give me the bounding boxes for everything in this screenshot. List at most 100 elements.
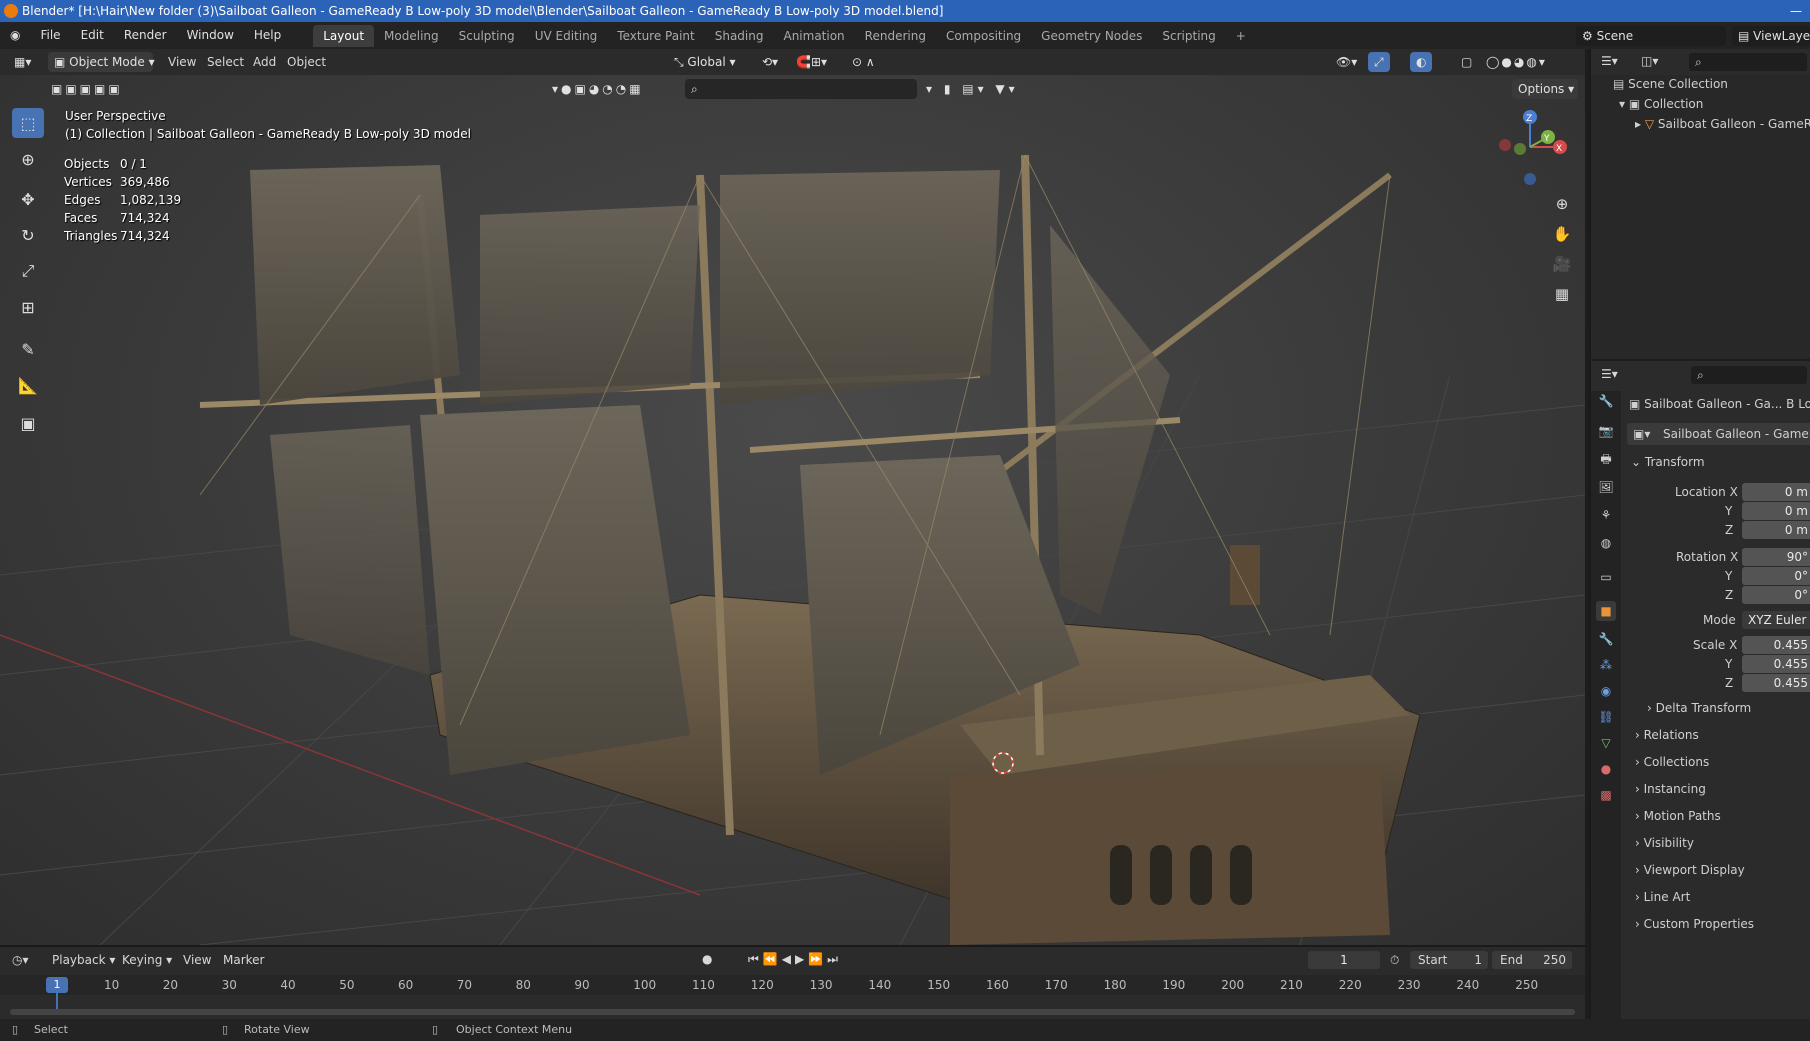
- visibility-section[interactable]: › Visibility: [1635, 836, 1694, 850]
- delta-transform-section[interactable]: › Delta Transform: [1647, 701, 1751, 715]
- end-frame-field[interactable]: End 250: [1492, 951, 1572, 969]
- menu-add[interactable]: Add: [253, 55, 276, 69]
- auto-keying-icon[interactable]: ●: [702, 952, 712, 966]
- 3d-viewport[interactable]: ▣▣▣▣▣ ▾●▣◕◔◔▦ ⌕ ▾ ▮ ▤▾ ▼▾ Options ▾ User…: [0, 75, 1585, 945]
- tab-animation[interactable]: Animation: [773, 25, 854, 47]
- menu-object[interactable]: Object: [287, 55, 326, 69]
- world-tab-icon[interactable]: ◍: [1596, 533, 1616, 553]
- snap-icon[interactable]: 🧲⊞▾: [790, 52, 833, 72]
- texture-tab-icon[interactable]: ▩: [1596, 785, 1616, 805]
- scene-tab-icon[interactable]: ⚘: [1596, 505, 1616, 525]
- output-tab-icon[interactable]: 🖶: [1596, 449, 1616, 469]
- tab-shading[interactable]: Shading: [705, 25, 774, 47]
- rotation-mode-dropdown[interactable]: XYZ Euler: [1742, 611, 1810, 629]
- options-dropdown[interactable]: Options ▾: [1512, 79, 1578, 99]
- object-datablock-field[interactable]: ▣▾ Sailboat Galleon - GameReady: [1627, 423, 1810, 445]
- outliner-item-collection[interactable]: ▾ ▣ Collection: [1619, 97, 1703, 111]
- scale-x-field[interactable]: 0.455: [1742, 636, 1810, 654]
- menu-edit[interactable]: Edit: [71, 22, 114, 49]
- menu-render[interactable]: Render: [114, 22, 177, 49]
- outliner-item-scene-collection[interactable]: ▤ Scene Collection: [1613, 77, 1728, 91]
- menu-marker[interactable]: Marker: [223, 953, 264, 967]
- navigation-gizmo[interactable]: Z X Y: [1490, 107, 1570, 187]
- tool-tab-icon[interactable]: 🔧: [1596, 391, 1616, 411]
- add-cube-tool-icon[interactable]: ▣: [12, 408, 44, 438]
- menu-view[interactable]: View: [168, 55, 196, 69]
- pivot-point-icon[interactable]: ⟲▾: [756, 52, 784, 72]
- preview-range-icon[interactable]: ⏱: [1390, 953, 1399, 968]
- menu-keying[interactable]: Keying ▾: [122, 953, 172, 967]
- viewlayer-selector[interactable]: ▤ ViewLayer: [1732, 25, 1810, 46]
- shading-modes[interactable]: ◯●◕◍▾: [1480, 52, 1568, 72]
- menu-help[interactable]: Help: [244, 22, 291, 49]
- rotation-x-field[interactable]: 90°: [1742, 548, 1810, 566]
- view-layer-tab-icon[interactable]: 🖼: [1596, 477, 1616, 497]
- render-tab-icon[interactable]: 📷: [1596, 421, 1616, 441]
- menu-window[interactable]: Window: [177, 22, 244, 49]
- menu-file[interactable]: File: [30, 22, 70, 49]
- tab-rendering[interactable]: Rendering: [855, 25, 936, 47]
- tab-compositing[interactable]: Compositing: [936, 25, 1031, 47]
- custom-properties-section[interactable]: › Custom Properties: [1635, 917, 1754, 931]
- line-art-section[interactable]: › Line Art: [1635, 890, 1690, 904]
- properties-editor-icon[interactable]: ☰▾: [1601, 367, 1618, 381]
- motion-paths-section[interactable]: › Motion Paths: [1635, 809, 1721, 823]
- overlay-toggle-icon[interactable]: ◐: [1410, 52, 1433, 72]
- outliner-editor-icon[interactable]: ☰▾: [1601, 54, 1618, 68]
- rotate-tool-icon[interactable]: ↻: [12, 220, 44, 250]
- object-tab-icon[interactable]: ■: [1596, 601, 1616, 621]
- tab-scripting[interactable]: Scripting: [1152, 25, 1225, 47]
- timeline-scrollbar[interactable]: [10, 1009, 1575, 1015]
- pan-hand-icon[interactable]: ✋: [1550, 222, 1574, 246]
- gizmo-toggle-icon[interactable]: ⤢: [1368, 52, 1390, 72]
- proportional-edit-icon[interactable]: ⊙ ∧: [846, 52, 881, 72]
- selection-mode-icons[interactable]: ▣▣▣▣▣: [45, 79, 140, 99]
- properties-search-input[interactable]: ⌕: [1691, 366, 1807, 384]
- collapse-arrow-icon[interactable]: ▸: [1635, 117, 1645, 131]
- menu-view[interactable]: View: [183, 953, 211, 967]
- transform-orientation[interactable]: ⤡ Global ▾: [668, 52, 750, 72]
- scale-y-field[interactable]: 0.455: [1742, 655, 1810, 673]
- tab-layout[interactable]: Layout: [313, 24, 375, 47]
- viewport-display-section[interactable]: › Viewport Display: [1635, 863, 1745, 877]
- current-frame-field[interactable]: 1: [1308, 951, 1380, 969]
- playback-controls[interactable]: ⏮⏪◀▶⏩⏭: [748, 952, 842, 967]
- physics-tab-icon[interactable]: ◉: [1596, 681, 1616, 701]
- playhead[interactable]: 1: [46, 977, 68, 993]
- location-x-field[interactable]: 0 m: [1742, 483, 1810, 501]
- display-mode-icon[interactable]: ◫▾: [1641, 54, 1658, 68]
- tab-geometry-nodes[interactable]: Geometry Nodes: [1031, 25, 1152, 47]
- gizmo-neg-z[interactable]: [1524, 173, 1536, 185]
- transform-tool-icon[interactable]: ⊞: [12, 292, 44, 322]
- constraints-tab-icon[interactable]: ⛓: [1596, 707, 1616, 727]
- editor-type-icon[interactable]: ▦▾: [8, 52, 37, 72]
- move-tool-icon[interactable]: ✥: [12, 184, 44, 214]
- galleon-model[interactable]: [199, 154, 1421, 945]
- viewport-filter-icons[interactable]: ▾ ▮ ▤▾ ▼▾: [920, 79, 1025, 99]
- outliner-search-input[interactable]: ⌕: [1689, 53, 1807, 71]
- tab-modeling[interactable]: Modeling: [374, 25, 449, 47]
- location-y-field[interactable]: 0 m: [1742, 502, 1810, 520]
- scale-z-field[interactable]: 0.455: [1742, 674, 1810, 692]
- outliner-item-galleon[interactable]: ▸ ▽ Sailboat Galleon - GameReady: [1635, 117, 1810, 131]
- expand-arrow-icon[interactable]: ▾: [1619, 97, 1629, 111]
- timeline-editor-icon[interactable]: ◷▾: [12, 953, 29, 967]
- mode-selector[interactable]: ▣ Object Mode ▾: [48, 52, 155, 72]
- instancing-section[interactable]: › Instancing: [1635, 782, 1706, 796]
- collection-tab-icon[interactable]: ▭: [1596, 567, 1616, 587]
- particles-tab-icon[interactable]: ⁂: [1596, 655, 1616, 675]
- select-box-tool-icon[interactable]: ⬚: [12, 108, 44, 138]
- add-workspace-button[interactable]: +: [1226, 25, 1256, 47]
- location-z-field[interactable]: 0 m: [1742, 521, 1810, 539]
- tab-texture-paint[interactable]: Texture Paint: [607, 25, 704, 47]
- collections-section[interactable]: › Collections: [1635, 755, 1709, 769]
- transform-panel-header[interactable]: ⌄ Transform: [1631, 455, 1705, 469]
- tab-sculpting[interactable]: Sculpting: [449, 25, 525, 47]
- frame-ruler[interactable]: 10 20 30 40 50 60 70 80 90 100 110 120 130 140 150 160 1…: [0, 975, 1585, 995]
- scene-selector[interactable]: ⚙ Scene: [1576, 25, 1726, 46]
- gizmo-neg-x[interactable]: [1499, 139, 1511, 151]
- gizmo-neg-y[interactable]: [1514, 143, 1526, 155]
- rotation-z-field[interactable]: 0°: [1742, 586, 1810, 604]
- relations-section[interactable]: › Relations: [1635, 728, 1699, 742]
- tab-uv-editing[interactable]: UV Editing: [525, 25, 608, 47]
